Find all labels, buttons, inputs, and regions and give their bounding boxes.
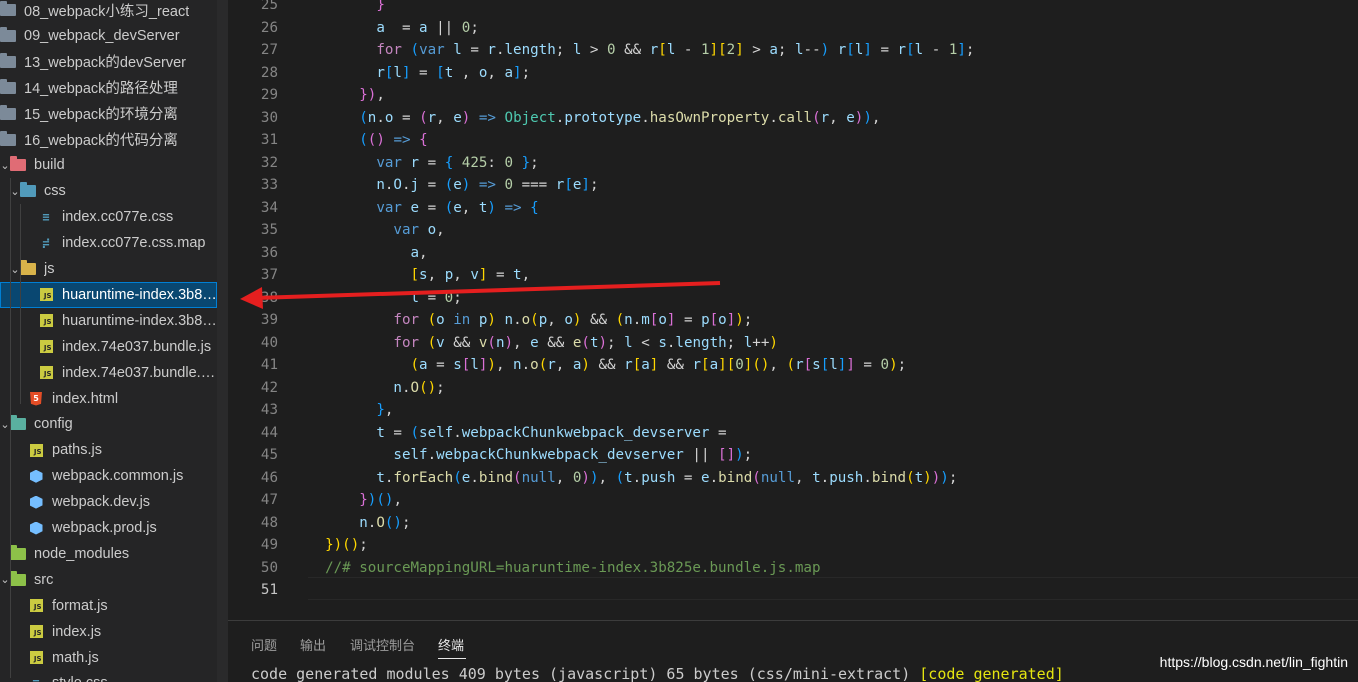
- arrow-head: [240, 287, 263, 309]
- arrow-shaft: [255, 281, 721, 300]
- red-arrow-annotation: [240, 281, 721, 309]
